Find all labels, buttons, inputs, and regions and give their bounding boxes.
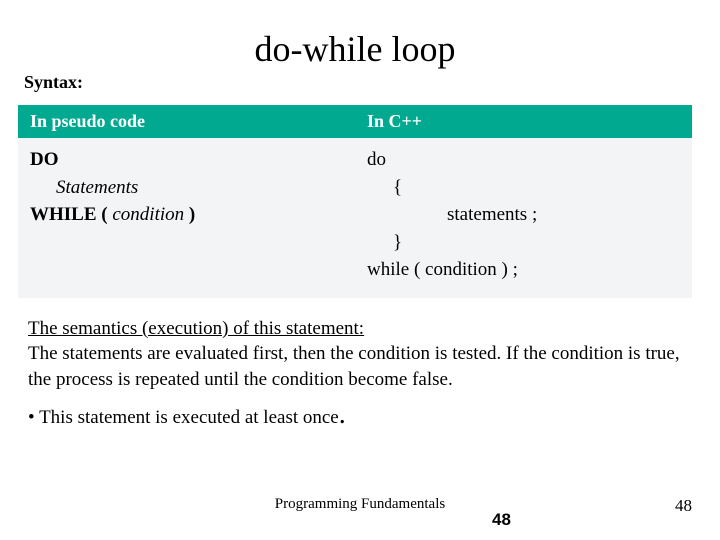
footer-center-text: Programming Fundamentals <box>0 496 720 513</box>
cpp-while: while ( condition ) ; <box>367 259 518 280</box>
cpp-do: do <box>367 149 386 170</box>
slide-footer: Programming Fundamentals 48 48 <box>0 496 720 520</box>
note-bullet: • <box>28 407 39 428</box>
pseudo-while-suffix: ) <box>184 204 195 225</box>
note-text: This statement is executed at least once <box>39 407 339 428</box>
table-cell-pseudo: DO Statements WHILE ( condition ) <box>18 138 355 298</box>
semantics-heading: The semantics (execution) of this statem… <box>28 318 364 339</box>
pseudo-while-cond: condition <box>112 204 184 225</box>
slide-title: do-while loop <box>18 28 692 70</box>
pseudo-statements: Statements <box>30 174 343 202</box>
table-header-pseudo: In pseudo code <box>18 105 355 138</box>
table-cell-cpp: do { statements ; } while ( condition ) … <box>355 138 692 298</box>
note-block: • This statement is executed at least on… <box>28 407 686 429</box>
syntax-label: Syntax: <box>24 72 692 93</box>
table-header-cpp: In C++ <box>355 105 692 138</box>
footer-page-right: 48 <box>675 496 692 516</box>
semantics-block: The semantics (execution) of this statem… <box>28 316 686 393</box>
pseudo-while-prefix: WHILE ( <box>30 204 112 225</box>
pseudo-do: DO <box>30 149 59 170</box>
cpp-close-brace: } <box>367 229 680 257</box>
cpp-statements: statements ; <box>367 201 680 229</box>
syntax-table: In pseudo code In C++ DO Statements WHIL… <box>18 105 692 298</box>
cpp-open-brace: { <box>367 174 680 202</box>
footer-page-bold: 48 <box>492 510 511 530</box>
semantics-body: The statements are evaluated first, then… <box>28 343 680 390</box>
note-period: . <box>339 399 346 430</box>
